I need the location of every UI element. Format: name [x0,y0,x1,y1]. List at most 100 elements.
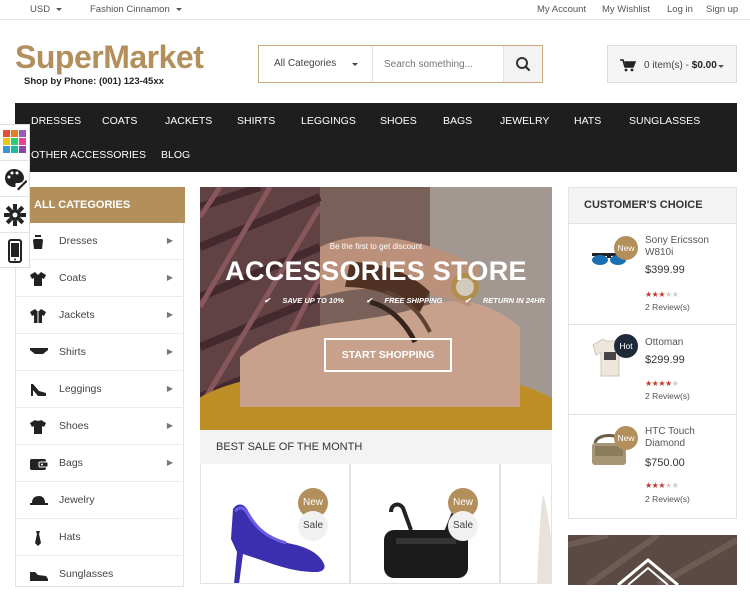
banner-feature: ✔ FREE SHIPPING [366,296,443,305]
theme-tool-panel [0,124,30,268]
heel-icon [31,384,46,396]
sidebar-item-label: Shoes [59,420,89,432]
banner-title: ACCESSORIES STORE [225,256,527,286]
palette-icon [5,169,27,191]
theme-label: Fashion Cinnamon [90,4,170,15]
search-category-label: All Categories [274,58,337,69]
product-price: $750.00 [645,457,685,469]
my-wishlist-link[interactable]: My Wishlist [602,4,650,15]
cart-items: 0 item(s) - [644,60,692,71]
mobile-preview-button[interactable] [0,233,30,269]
customers-choice-title: CUSTOMER'S CHOICE [569,188,736,224]
banner-features: ✔ SAVE UP TO 10% ✔ FREE SHIPPING ✔ RETUR… [264,296,552,305]
check-icon: ✔ [464,296,473,305]
sidebar-item-leggings[interactable]: Leggings ▶ [16,371,185,408]
choice-item[interactable]: New Sony Ericsson W810i $399.99 ★★★★★ 2 … [569,224,736,325]
product-price: $399.99 [645,264,685,276]
sale-badge: Sale [448,511,478,541]
sidebar-item-bags[interactable]: Bags ▶ [16,445,185,482]
nav-item-blog[interactable]: BLOG [161,149,190,161]
search-button[interactable] [503,46,542,82]
wallet-icon [30,459,48,470]
sidebar-item-label: Dresses [59,235,98,247]
chevron-right-icon: ▶ [166,236,173,245]
sidebar-item-label: Jackets [59,309,95,321]
cart-icon [620,59,636,72]
sidebar-item-hats[interactable]: Hats [16,519,185,556]
chevron-right-icon: ▶ [166,347,173,356]
category-sidebar: ALL CATEGORIES Dresses ▶ Coats ▶ Jackets… [15,187,185,587]
choice-item[interactable]: New HTC Touch Diamond $750.00 ★★★★★ 2 Re… [569,415,736,519]
jacket-icon [30,309,46,323]
sidebar-item-shirts[interactable]: Shirts ▶ [16,334,185,371]
palette-button[interactable] [0,161,30,197]
hero-banner[interactable]: Be the first to get discount ACCESSORIES… [200,187,552,430]
rating-stars: ★★★★★ [645,379,679,388]
rating-stars: ★★★★★ [645,481,679,490]
tie-icon [35,531,41,546]
theme-selector[interactable]: Fashion Cinnamon [90,4,182,15]
my-account-link[interactable]: My Account [537,4,586,15]
top-bar: USD Fashion Cinnamon My Account My Wishl… [0,0,750,20]
sidebar-item-shoes[interactable]: Shoes ▶ [16,408,185,445]
sidebar-item-label: Shirts [59,346,86,358]
search-input[interactable] [373,46,504,82]
settings-button[interactable] [0,197,30,233]
nav-item-other-accessories[interactable]: OTHER ACCESSORIES [31,149,146,161]
main-nav: DRESSES COATS JACKETS SHIRTS LEGGINGS SH… [15,103,737,172]
nav-item-dresses[interactable]: DRESSES [31,115,81,127]
product-image-partial [537,494,551,583]
sidebar-item-dresses[interactable]: Dresses ▶ [16,223,185,260]
rating-stars: ★★★★★ [645,290,679,299]
banner-feature: ✔ RETURN IN 24HR [464,296,545,305]
cart-dropdown[interactable]: 0 item(s) - $0.00 [607,45,737,83]
login-link[interactable]: Log in [667,4,693,15]
best-sale-header: BEST SALE OF THE MONTH [200,430,552,464]
review-count[interactable]: 2 Review(s) [645,494,690,504]
product-price: $299.99 [645,354,685,366]
shirt-icon [30,348,48,354]
chevron-right-icon: ▶ [166,273,173,282]
currency-selector[interactable]: USD [30,4,63,15]
sidebar-item-label: Hats [59,531,81,543]
chevron-right-icon: ▶ [166,310,173,319]
nav-item-sunglasses[interactable]: SUNGLASSES [629,115,700,127]
nav-item-jewelry[interactable]: JEWELRY [500,115,549,127]
nav-item-leggings[interactable]: LEGGINGS [301,115,356,127]
check-icon: ✔ [366,296,375,305]
sidebar-item-coats[interactable]: Coats ▶ [16,260,185,297]
chevron-down-icon [718,65,724,68]
dress-icon [33,235,43,249]
nav-item-shirts[interactable]: SHIRTS [237,115,275,127]
color-swatch-button[interactable] [0,125,30,161]
nav-item-hats[interactable]: HATS [574,115,601,127]
chevron-right-icon: ▶ [166,384,173,393]
check-icon: ✔ [264,296,273,305]
start-shopping-button[interactable]: START SHOPPING [324,338,452,372]
nav-item-bags[interactable]: BAGS [443,115,472,127]
nav-item-coats[interactable]: COATS [102,115,137,127]
choice-item[interactable]: Hot Ottoman $299.99 ★★★★★ 2 Review(s) [569,325,736,415]
nav-item-shoes[interactable]: SHOES [380,115,417,127]
review-count[interactable]: 2 Review(s) [645,302,690,312]
signup-link[interactable]: Sign up [706,4,738,15]
color-grid-icon [3,130,26,153]
product-card[interactable]: New Sale [350,464,500,584]
product-card[interactable] [500,464,552,584]
promo-banner[interactable] [568,535,737,585]
sidebar-item-jackets[interactable]: Jackets ▶ [16,297,185,334]
site-logo[interactable]: SuperMarket [15,40,204,74]
coat-icon [30,272,46,286]
hot-badge: Hot [614,334,638,358]
product-card[interactable]: New Sale [200,464,350,584]
nav-item-jackets[interactable]: JACKETS [165,115,212,127]
new-badge: New [614,236,638,260]
review-count[interactable]: 2 Review(s) [645,391,690,401]
sidebar-item-sunglasses[interactable]: Sunglasses [16,556,185,593]
search-category-select[interactable]: All Categories [259,46,373,82]
mobile-phone-icon [8,239,22,263]
sale-badge: Sale [298,511,328,541]
sidebar-title: ALL CATEGORIES [16,187,185,223]
search-icon [516,57,531,72]
sidebar-item-jewelry[interactable]: Jewelry [16,482,185,519]
